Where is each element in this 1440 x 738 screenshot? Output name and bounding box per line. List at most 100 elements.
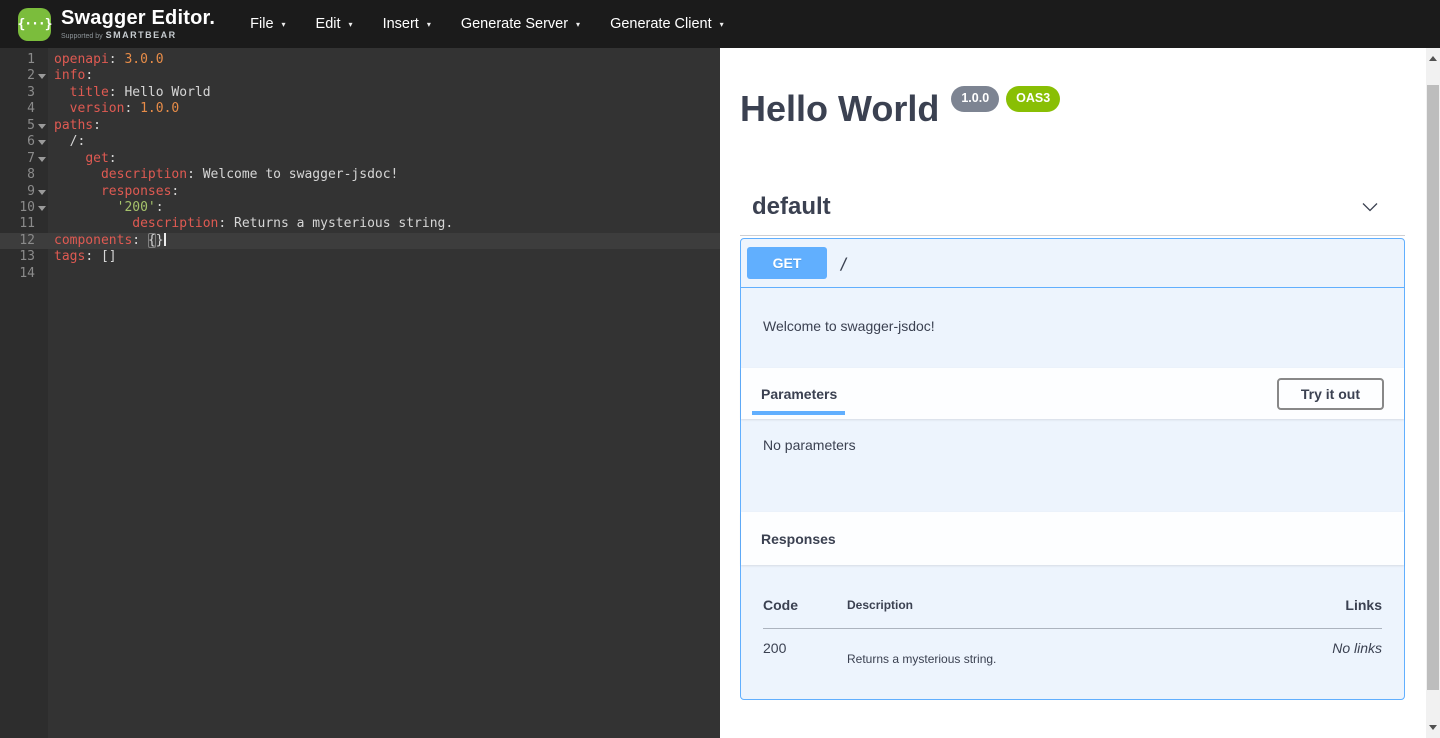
topbar-menus: File▾Edit▾Insert▾Generate Server▾Generat…	[235, 0, 738, 48]
editor-line-8[interactable]: 8 description: Welcome to swagger-jsdoc!	[0, 167, 720, 183]
responses-table: Code Description Links 200Returns a myst…	[763, 585, 1382, 667]
editor-line-13[interactable]: 13tags: []	[0, 249, 720, 265]
line-number: 12	[0, 233, 48, 249]
editor-line-2[interactable]: 2info:	[0, 68, 720, 84]
topbar: {···} Swagger Editor. Supported bySMARTB…	[0, 0, 1440, 48]
fold-caret-icon[interactable]	[38, 124, 46, 129]
fold-caret-icon[interactable]	[38, 157, 46, 162]
menu-edit[interactable]: Edit▾	[301, 0, 368, 48]
caret-down-icon: ▾	[576, 20, 580, 29]
line-number: 13	[0, 249, 48, 265]
caret-down-icon: ▾	[720, 20, 724, 29]
tag-section-default[interactable]: default	[740, 194, 1405, 236]
code-line-content	[48, 266, 720, 282]
version-badge: 1.0.0	[951, 86, 999, 112]
editor-line-10[interactable]: 10 '200':	[0, 200, 720, 216]
menu-file[interactable]: File ▾	[235, 0, 300, 48]
code-line-content: title: Hello World	[48, 85, 720, 101]
menu-insert[interactable]: Insert▾	[368, 0, 446, 48]
no-parameters-text: No parameters	[741, 419, 1404, 512]
menu-generate-client[interactable]: Generate Client ▾	[595, 0, 739, 48]
response-links: No links	[1252, 629, 1382, 668]
line-number: 7	[0, 151, 48, 167]
operation-description: Welcome to swagger-jsdoc!	[741, 288, 1404, 368]
code-line-content: description: Returns a mysterious string…	[48, 216, 720, 232]
fold-caret-icon[interactable]	[38, 190, 46, 195]
code-line-content: tags: []	[48, 249, 720, 265]
parameters-section-header: Parameters Try it out	[741, 368, 1404, 419]
smartbear-brand: SMARTBEAR	[106, 30, 177, 40]
responses-table-header-row: Code Description Links	[763, 585, 1382, 629]
editor-line-1[interactable]: 1openapi: 3.0.0	[0, 52, 720, 68]
responses-heading: Responses	[761, 531, 836, 547]
code-line-content: responses:	[48, 184, 720, 200]
scroll-up-arrow-icon[interactable]	[1429, 56, 1437, 61]
scrollbar-thumb[interactable]	[1427, 85, 1439, 690]
col-header-code: Code	[763, 585, 847, 629]
main-split: 1openapi: 3.0.02info:3 title: Hello Worl…	[0, 48, 1440, 738]
api-badges: 1.0.0 OAS3	[951, 86, 1060, 112]
swagger-editor-app: {···} Swagger Editor. Supported bySMARTB…	[0, 0, 1440, 738]
swagger-ui-preview: Hello World 1.0.0 OAS3 default GET	[720, 48, 1440, 738]
try-it-out-button[interactable]: Try it out	[1277, 378, 1384, 410]
line-number: 6	[0, 134, 48, 150]
line-number: 5	[0, 118, 48, 134]
tab-parameters[interactable]: Parameters	[761, 386, 837, 402]
editor-line-7[interactable]: 7 get:	[0, 151, 720, 167]
fold-caret-icon[interactable]	[38, 74, 46, 79]
code-line-content: paths:	[48, 118, 720, 134]
code-line-content: '200':	[48, 200, 720, 216]
fold-caret-icon[interactable]	[38, 140, 46, 145]
menu-generate-server[interactable]: Generate Server ▾	[446, 0, 595, 48]
response-description: Returns a mysterious string.	[847, 629, 1252, 668]
line-number: 8	[0, 167, 48, 183]
editor-line-4[interactable]: 4 version: 1.0.0	[0, 101, 720, 117]
editor-line-5[interactable]: 5paths:	[0, 118, 720, 134]
fold-caret-icon[interactable]	[38, 206, 46, 211]
menu-label: Generate Client	[610, 16, 712, 32]
menu-label: File	[250, 16, 273, 32]
text-cursor	[164, 233, 166, 246]
editor-line-6[interactable]: 6 /:	[0, 134, 720, 150]
code-line-content: components: {}	[48, 233, 720, 249]
code-line-content: openapi: 3.0.0	[48, 52, 720, 68]
supported-by-label: Supported by	[61, 33, 103, 40]
editor-line-3[interactable]: 3 title: Hello World	[0, 85, 720, 101]
response-code: 200	[763, 629, 847, 668]
chevron-down-icon[interactable]	[1360, 197, 1380, 217]
editor-line-9[interactable]: 9 responses:	[0, 184, 720, 200]
editor-line-11[interactable]: 11 description: Returns a mysterious str…	[0, 216, 720, 232]
code-editor[interactable]: 1openapi: 3.0.02info:3 title: Hello Worl…	[0, 48, 720, 738]
menu-label: Insert	[383, 16, 419, 32]
code-line-content: info:	[48, 68, 720, 84]
caret-down-icon: ▾	[349, 20, 353, 29]
responses-body: Code Description Links 200Returns a myst…	[741, 565, 1404, 699]
api-info-header: Hello World 1.0.0 OAS3	[740, 90, 1405, 128]
line-number: 11	[0, 216, 48, 232]
line-number: 9	[0, 184, 48, 200]
code-line-content: /:	[48, 134, 720, 150]
caret-down-icon: ▾	[282, 20, 286, 29]
api-title: Hello World	[740, 90, 939, 128]
line-number: 14	[0, 266, 48, 282]
opblock-summary[interactable]: GET /	[741, 239, 1404, 288]
editor-line-12[interactable]: 12components: {}	[0, 233, 720, 249]
editor-line-14[interactable]: 14	[0, 266, 720, 282]
tab-parameters-label: Parameters	[761, 386, 837, 402]
scrollbar[interactable]	[1426, 48, 1440, 738]
line-number: 3	[0, 85, 48, 101]
responses-rows: 200Returns a mysterious string.No links	[763, 629, 1382, 668]
col-header-description: Description	[847, 585, 1252, 629]
logo-title: Swagger Editor.	[61, 8, 215, 29]
oas3-badge: OAS3	[1006, 86, 1060, 112]
line-number: 2	[0, 68, 48, 84]
code-line-content: description: Welcome to swagger-jsdoc!	[48, 167, 720, 183]
menu-label: Generate Server	[461, 16, 568, 32]
editor-lines: 1openapi: 3.0.02info:3 title: Hello Worl…	[0, 48, 720, 282]
get-method-badge: GET	[747, 247, 827, 279]
line-number: 10	[0, 200, 48, 216]
col-header-links: Links	[1252, 585, 1382, 629]
scroll-down-arrow-icon[interactable]	[1429, 725, 1437, 730]
swagger-logo-icon: {···}	[18, 8, 51, 41]
code-line-content: get:	[48, 151, 720, 167]
